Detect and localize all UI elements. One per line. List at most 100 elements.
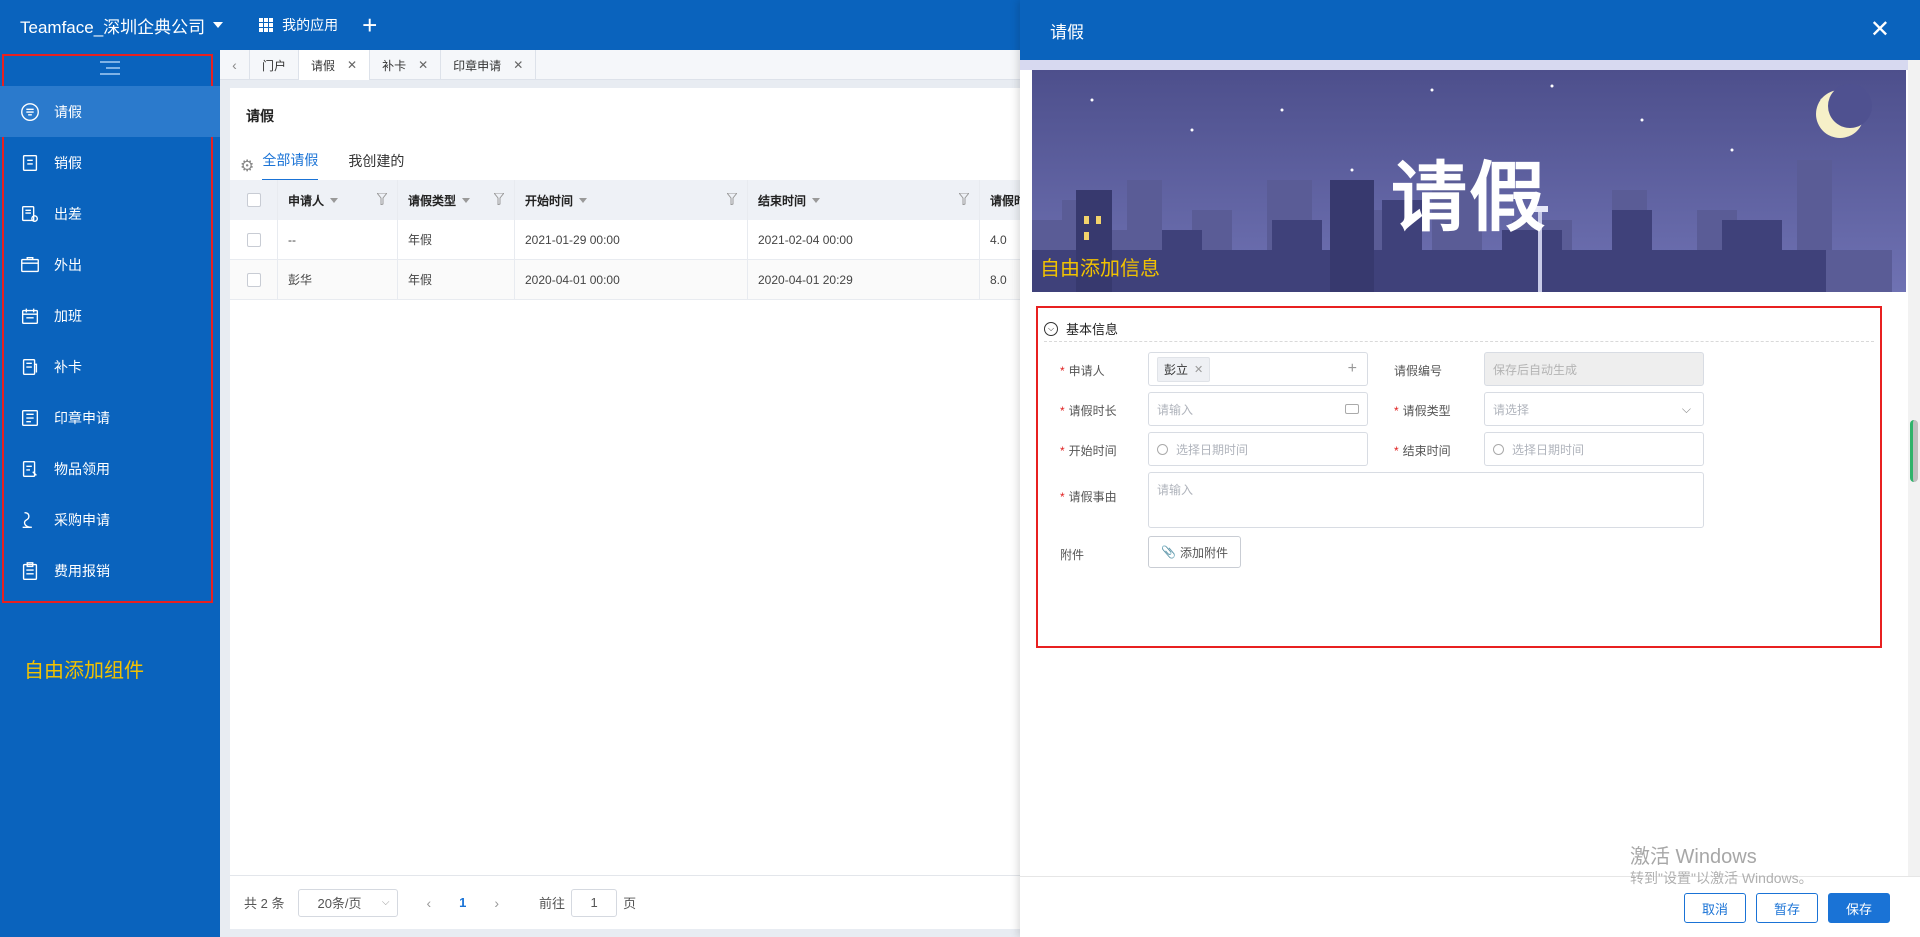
company-switcher[interactable]: Teamface_深圳企典公司 (20, 13, 224, 38)
sidebar-item-goods[interactable]: 物品领用 (0, 443, 220, 494)
duration-input[interactable]: 请输入 (1148, 392, 1368, 426)
select-all-checkbox[interactable] (246, 193, 261, 207)
close-icon[interactable]: ✕ (513, 58, 523, 72)
column-header-applicant[interactable]: 申请人 (278, 180, 398, 220)
view-tabs: ⚙ 全部请假 我创建的 (240, 150, 434, 181)
close-icon[interactable]: ✕ (347, 58, 357, 72)
caret-down-icon (213, 22, 224, 28)
card-fix-icon (18, 355, 42, 379)
column-header-start-time[interactable]: 开始时间 (515, 180, 748, 220)
sidebar-item-label: 出差 (54, 205, 82, 222)
goods-icon (18, 457, 42, 481)
save-button[interactable]: 保存 (1828, 893, 1890, 923)
close-icon[interactable]: ✕ (1870, 18, 1890, 42)
sidebar-item-purchase[interactable]: 采购申请 (0, 494, 220, 545)
purchase-icon (18, 508, 42, 532)
sidebar-item-leave[interactable]: 请假 (0, 86, 220, 137)
goto-prefix: 前往 (539, 896, 566, 911)
sort-icon[interactable] (579, 197, 588, 203)
end-placeholder: 选择日期时间 (1512, 442, 1585, 457)
tab-bar: ‹ 门户 请假 ✕ 补卡 ✕ 印章申请 ✕ (220, 50, 1020, 80)
close-icon[interactable]: ✕ (1194, 363, 1203, 376)
filter-icon[interactable] (494, 193, 504, 205)
table-row[interactable]: -- 年假 2021-01-29 00:00 2021-02-04 00:00 … (230, 220, 1020, 260)
tab-card-fix[interactable]: 补卡 ✕ (370, 50, 442, 80)
applicant-label: * 申请人 (1060, 364, 1105, 378)
table-cell: 彭华 (278, 260, 398, 299)
table-cell: 年假 (398, 220, 515, 259)
close-icon[interactable]: ✕ (418, 58, 428, 72)
applicant-field[interactable]: 彭立 ✕ + (1148, 352, 1368, 386)
add-attachment-button[interactable]: 📎 添加附件 (1148, 536, 1241, 568)
start-placeholder: 选择日期时间 (1176, 442, 1249, 457)
sidebar-item-cancel-leave[interactable]: 销假 (0, 137, 220, 188)
start-time-picker[interactable]: 选择日期时间 (1148, 432, 1368, 466)
sidebar-item-label: 采购申请 (54, 511, 110, 528)
column-title: 结束时间 (758, 193, 807, 208)
banner-title: 请假 (1391, 153, 1547, 242)
goto-page: 前往 1 页 (539, 888, 636, 917)
table-row[interactable]: 彭华 年假 2020-04-01 00:00 2020-04-01 20:29 … (230, 260, 1020, 300)
sort-icon[interactable] (330, 197, 339, 203)
tab-leave[interactable]: 请假 ✕ (299, 50, 371, 80)
add-icon[interactable]: + (1348, 360, 1357, 378)
sort-icon[interactable] (812, 197, 821, 203)
end-time-picker[interactable]: 选择日期时间 (1484, 432, 1704, 466)
table-header: 申请人 请假类型 开始时间 结束时间 请假时 (230, 180, 1026, 220)
tab-my-created[interactable]: 我创建的 (348, 151, 404, 180)
table-cell: 2021-02-04 00:00 (748, 220, 980, 259)
tab-portal[interactable]: 门户 (250, 50, 300, 80)
goto-page-input[interactable]: 1 (571, 888, 618, 917)
tab-all-leave[interactable]: 全部请假 (262, 150, 319, 181)
add-app-icon[interactable]: + (362, 12, 377, 38)
go-out-icon (18, 253, 42, 277)
sidebar-item-seal[interactable]: 印章申请 (0, 392, 220, 443)
expense-icon (18, 559, 42, 583)
page-size-select[interactable]: 20条/页 ⌵ (298, 888, 399, 917)
sidebar-item-label: 加班 (54, 307, 82, 324)
sidebar-item-business-trip[interactable]: 出差 (0, 188, 220, 239)
filter-icon[interactable] (377, 193, 387, 205)
table-cell: 年假 (398, 260, 515, 299)
leave-type-select[interactable]: 请选择 ⌵ (1484, 392, 1704, 426)
company-name: Teamface_深圳企典公司 (20, 17, 206, 37)
page-number[interactable]: 1 (459, 895, 466, 910)
row-checkbox[interactable] (246, 272, 261, 287)
sidebar-item-expense[interactable]: 费用报销 (0, 545, 220, 596)
scrollbar[interactable] (1908, 60, 1920, 876)
cancel-button[interactable]: 取消 (1684, 893, 1746, 923)
column-header-end-time[interactable]: 结束时间 (748, 180, 980, 220)
scrollbar-thumb[interactable] (1910, 420, 1918, 482)
column-header-duration[interactable]: 请假时 (980, 180, 1026, 220)
filter-icon[interactable] (727, 193, 737, 205)
tab-scroll-left-icon[interactable]: ‹ (220, 50, 250, 80)
sidebar-item-card-fix[interactable]: 补卡 (0, 341, 220, 392)
sort-icon[interactable] (462, 197, 471, 203)
top-bar: Teamface_深圳企典公司 我的应用 + (0, 0, 1020, 50)
menu-collapse-icon[interactable] (92, 58, 128, 78)
next-page-icon[interactable]: › (494, 895, 499, 911)
gear-icon[interactable]: ⚙ (240, 156, 254, 176)
section-header[interactable]: ⌵ 基本信息 (1044, 316, 1874, 342)
type-placeholder: 请选择 (1493, 402, 1530, 417)
sidebar: 请假 销假 出差 外出 加班 补卡 印章申请 物品领用 采购申请 费用报销 自由… (0, 50, 220, 937)
sidebar-item-label: 物品领用 (54, 460, 110, 477)
draft-button[interactable]: 暂存 (1756, 893, 1818, 923)
leave-list-panel: 请假 ⚙ 全部请假 我创建的 申请人 请假类型 开始时间 结束时间 请假时 --… (230, 88, 1026, 929)
prev-page-icon[interactable]: ‹ (426, 895, 431, 911)
cancel-leave-icon (18, 151, 42, 175)
table-cell: 4.0 (990, 232, 1007, 247)
row-checkbox[interactable] (246, 232, 261, 247)
end-time-label: * 结束时间 (1394, 444, 1451, 458)
tab-label: 印章申请 (453, 58, 502, 73)
leave-number-field: 保存后自动生成 (1484, 352, 1704, 386)
filter-icon[interactable] (959, 193, 969, 205)
sidebar-item-overtime[interactable]: 加班 (0, 290, 220, 341)
reason-textarea[interactable]: 请输入 (1148, 472, 1704, 528)
attach-button-label: 添加附件 (1179, 545, 1228, 560)
sidebar-item-go-out[interactable]: 外出 (0, 239, 220, 290)
tab-seal[interactable]: 印章申请 ✕ (441, 50, 537, 80)
my-apps-button[interactable]: 我的应用 (259, 15, 338, 35)
column-header-leave-type[interactable]: 请假类型 (398, 180, 515, 220)
leave-form-drawer: 请假 ✕ 请假 自由添加信息 ⌵ 基本信息 * 申请人 彭立 ✕ + 请假编号 … (1020, 0, 1920, 937)
